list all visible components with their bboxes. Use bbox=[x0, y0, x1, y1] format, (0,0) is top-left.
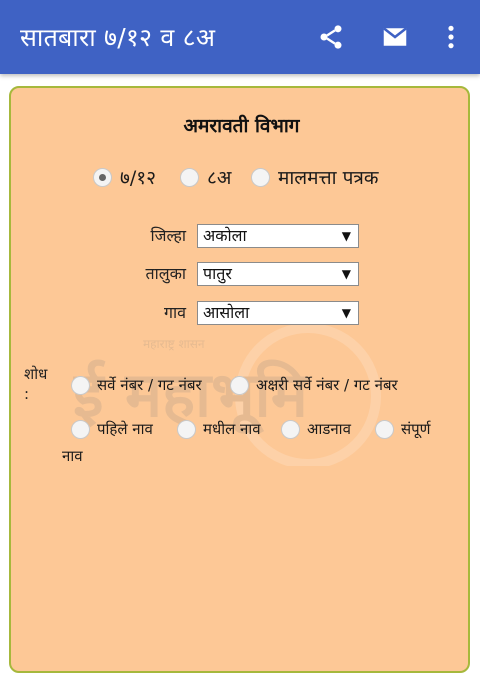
search-first-name-label: पहिले नाव bbox=[97, 420, 153, 438]
village-label: गाव bbox=[163, 303, 186, 322]
dropdown-arrow-icon: ▼ bbox=[341, 306, 351, 320]
taluka-select-value: पातुर bbox=[203, 264, 232, 283]
radio-full-name[interactable] bbox=[375, 419, 394, 439]
division-heading: अमरावती विभाग bbox=[183, 115, 300, 137]
radio-property-card[interactable] bbox=[251, 167, 270, 187]
radio-712[interactable] bbox=[93, 167, 112, 187]
village-select-value: आसोला bbox=[203, 303, 250, 322]
search-survey-number-words-label: अक्षरी सर्वे नंबर / गट नंबर bbox=[256, 376, 398, 394]
record-type-8a-label: ८अ bbox=[207, 167, 232, 189]
overflow-menu-button[interactable] bbox=[434, 20, 468, 54]
app-bar: सातबारा ७/१२ व ८अ bbox=[0, 0, 480, 74]
search-label: शोध : bbox=[24, 365, 48, 403]
search-full-name-label: संपूर्ण bbox=[401, 420, 431, 438]
mail-icon bbox=[382, 27, 408, 46]
record-type-property-card[interactable]: मालमत्ता पत्रक bbox=[251, 164, 379, 190]
search-surname-label: आडनाव bbox=[307, 420, 351, 438]
district-label: जिल्हा bbox=[150, 226, 186, 245]
email-button[interactable] bbox=[378, 20, 412, 54]
form-card: महाराष्ट्र शासन ई महाभूमि अमरावती विभाग … bbox=[9, 86, 470, 673]
record-type-8a[interactable]: ८अ bbox=[180, 164, 231, 190]
search-by-first-name[interactable]: पहिले नाव bbox=[71, 419, 153, 439]
search-middle-name-label: मधील नाव bbox=[203, 420, 261, 438]
radio-8a[interactable] bbox=[180, 167, 199, 187]
taluka-select[interactable]: पातुर ▼ bbox=[197, 262, 359, 286]
search-by-full-name[interactable]: संपूर्ण bbox=[375, 419, 431, 439]
dropdown-arrow-icon: ▼ bbox=[341, 229, 351, 243]
district-select[interactable]: अकोला ▼ bbox=[197, 224, 359, 248]
share-icon bbox=[320, 25, 342, 49]
radio-surname[interactable] bbox=[281, 419, 300, 439]
search-by-survey-number-words[interactable]: अक्षरी सर्वे नंबर / गट नंबर bbox=[230, 375, 398, 395]
share-button[interactable] bbox=[314, 20, 348, 54]
search-survey-number-label: सर्वे नंबर / गट नंबर bbox=[97, 376, 202, 394]
search-by-survey-number[interactable]: सर्वे नंबर / गट नंबर bbox=[71, 375, 202, 395]
taluka-label: तालुका bbox=[145, 264, 186, 283]
radio-survey-number[interactable] bbox=[71, 375, 90, 395]
dropdown-arrow-icon: ▼ bbox=[341, 267, 351, 281]
village-select[interactable]: आसोला ▼ bbox=[197, 301, 359, 325]
radio-first-name[interactable] bbox=[71, 419, 90, 439]
search-by-surname[interactable]: आडनाव bbox=[281, 419, 351, 439]
search-by-middle-name[interactable]: मधील नाव bbox=[177, 419, 261, 439]
more-vertical-icon bbox=[448, 25, 454, 49]
radio-middle-name[interactable] bbox=[177, 419, 196, 439]
record-type-712-label: ७/१२ bbox=[120, 167, 157, 189]
record-type-property-card-label: मालमत्ता पत्रक bbox=[278, 167, 379, 189]
watermark-small-text: महाराष्ट्र शासन bbox=[143, 337, 205, 351]
radio-survey-number-words[interactable] bbox=[230, 375, 249, 395]
app-title: सातबारा ७/१२ व ८अ bbox=[20, 23, 216, 52]
search-full-name-label-continued: नाव bbox=[62, 447, 83, 465]
district-select-value: अकोला bbox=[203, 226, 247, 245]
record-type-712[interactable]: ७/१२ bbox=[93, 164, 156, 190]
